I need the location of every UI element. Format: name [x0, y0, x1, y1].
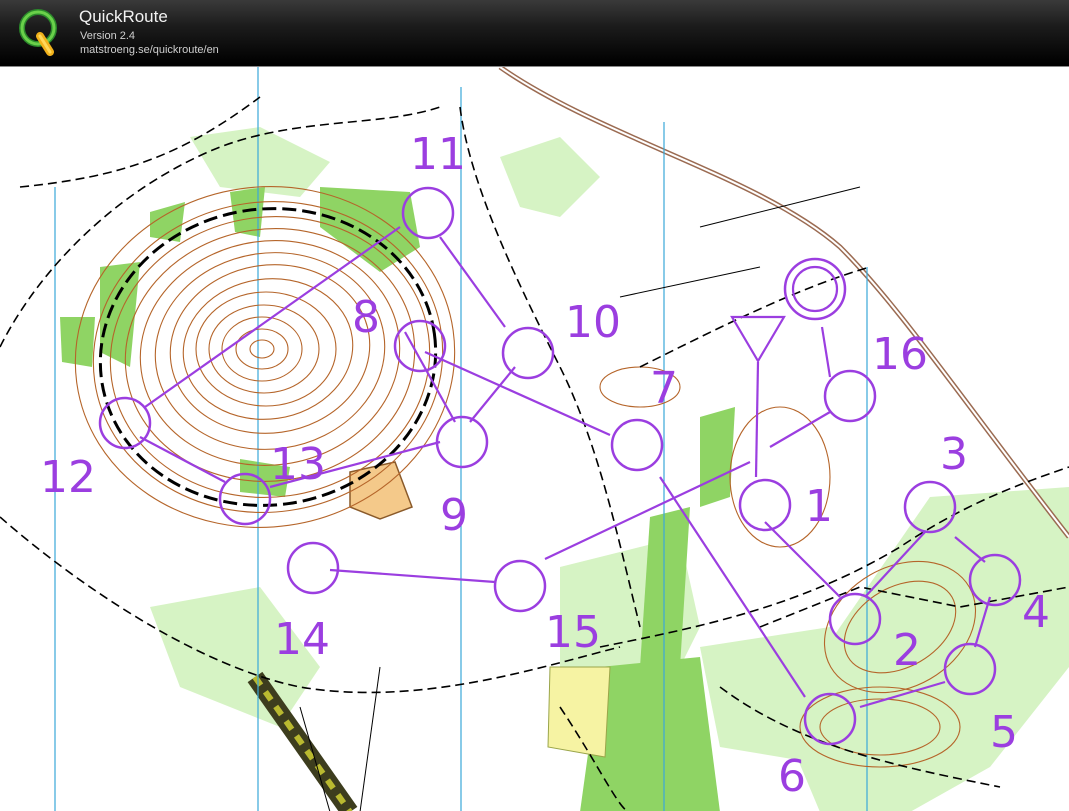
quickroute-q-logo-icon: [19, 9, 57, 56]
control-label-5: 5: [990, 707, 1018, 758]
control-label-9: 9: [440, 490, 468, 541]
app-title: QuickRoute: [79, 7, 168, 26]
control-label-8: 8: [352, 292, 380, 343]
control-label-10: 10: [565, 297, 621, 348]
control-label-15: 15: [545, 607, 601, 658]
quickroute-window: QuickRoute Version 2.4 matstroeng.se/qui…: [0, 0, 1069, 811]
control-label-6: 6: [778, 751, 806, 802]
control-label-12: 12: [40, 452, 96, 503]
control-label-7: 7: [650, 363, 678, 414]
map-viewport[interactable]: 1 2 3 4 5 6 7 8 9 10 11 12 13 14 15 16: [0, 66, 1069, 811]
control-label-4: 4: [1022, 587, 1050, 638]
control-label-11: 11: [410, 129, 466, 180]
app-version: Version 2.4: [80, 30, 136, 42]
app-url-link[interactable]: matstroeng.se/quickroute/en: [80, 44, 219, 56]
control-label-13: 13: [270, 439, 326, 490]
title-bar: QuickRoute Version 2.4 matstroeng.se/qui…: [0, 0, 1069, 64]
control-label-3: 3: [940, 429, 968, 480]
control-label-1: 1: [805, 481, 833, 532]
control-label-16: 16: [872, 329, 928, 380]
control-label-2: 2: [893, 625, 921, 676]
control-label-14: 14: [274, 614, 330, 665]
orienteering-map[interactable]: 1 2 3 4 5 6 7 8 9 10 11 12 13 14 15 16: [0, 67, 1069, 811]
